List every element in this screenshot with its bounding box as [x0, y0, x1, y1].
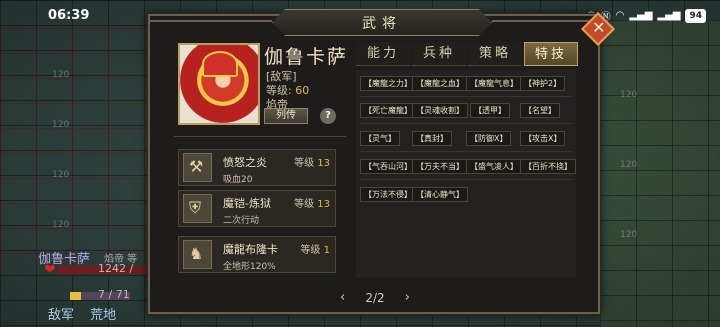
skill-chip[interactable]: 【灵魂收割】 [412, 103, 468, 118]
skill-chip[interactable]: 【魔龍气息】 [466, 76, 522, 91]
hero-level-value: 60 [295, 84, 310, 97]
axe-icon: ⚒ [183, 153, 212, 182]
page-navigator: ‹ 2/2 › [340, 290, 410, 305]
hp-text: 1242 / [98, 262, 134, 275]
tile-label: 120 [52, 70, 70, 80]
equipment-armor[interactable]: ⛨ 魔铠-炼狱 等级 13 二次行动 [178, 190, 336, 227]
general-panel: 武将 伽鲁卡萨 [敌军] 等级: 60 焰帝 列传 ? ⚒ 愤怒之炎 等级 13… [148, 9, 600, 314]
battery-indicator: 94 [685, 8, 706, 23]
tile-label: 120 [620, 90, 638, 100]
panel-title: 武将 [272, 9, 492, 36]
skill-chip[interactable]: 【魔龍之力】 [360, 76, 416, 91]
equipment-mount[interactable]: ♞ 魔龍布隆卡 等级 1 全地形120% [178, 236, 336, 273]
equipment-level: 等级 13 [294, 199, 330, 210]
skill-chip[interactable]: 【死亡魔龍】 [360, 103, 416, 118]
equipment-effect: 二次行动 [223, 216, 260, 226]
tile-label: 120 [620, 160, 638, 170]
skill-chip[interactable]: 【百折不挠】 [520, 159, 576, 174]
armor-icon: ⛨ [183, 194, 212, 223]
equipment-effect: 全地形120% [223, 262, 276, 272]
skill-chip[interactable]: 【名望】 [520, 103, 560, 118]
unit-tag-army: 敌军 [48, 308, 75, 323]
skills-list: 【魔龍之力】 【魔龍之血】 【魔龍气息】 【神护2】 【死亡魔龍】 【灵魂收割】… [356, 70, 576, 278]
wifi-icon: ◠ [615, 10, 625, 21]
hero-name: 伽鲁卡萨 [264, 46, 349, 68]
equipment-name: 愤怒之炎 [223, 156, 267, 169]
equipment-name: 魔铠-炼狱 [223, 197, 271, 210]
skill-chip[interactable]: 【魔龍之血】 [412, 76, 468, 91]
close-icon: ✕ [592, 18, 606, 38]
tab-special-skills[interactable]: 特技 [524, 42, 578, 66]
skill-chip[interactable]: 【攻击X】 [520, 131, 566, 146]
tab-troop-type[interactable]: 兵种 [412, 42, 466, 66]
skill-chip[interactable]: 【透甲】 [470, 103, 510, 118]
equipment-level: 等级 13 [294, 158, 330, 169]
biography-button[interactable]: 列传 [264, 108, 308, 124]
heart-icon: ❤ [44, 262, 56, 278]
tab-strategy[interactable]: 策略 [468, 42, 522, 66]
tab-ability[interactable]: 能力 [356, 42, 410, 66]
equipment-level: 等级 1 [300, 245, 330, 256]
signal-icon: ▂▄▆ [629, 10, 653, 21]
skill-chip[interactable]: 【神护2】 [520, 76, 566, 91]
skill-chip[interactable]: 【真封】 [412, 131, 452, 146]
info-tabs: 能力 兵种 策略 特技 [356, 42, 578, 66]
status-time: 06:39 [48, 8, 90, 23]
skill-chip[interactable]: 【防御X】 [466, 131, 512, 146]
next-page-icon[interactable]: › [405, 290, 410, 305]
skill-chip[interactable]: 【清心静气】 [412, 187, 468, 202]
equipment-effect: 吸血20 [223, 175, 253, 185]
skill-chip[interactable]: 【万夫不当】 [412, 159, 468, 174]
hero-portrait [178, 43, 260, 125]
equipment-weapon[interactable]: ⚒ 愤怒之炎 等级 13 吸血20 [178, 149, 336, 186]
help-button[interactable]: ? [320, 108, 336, 124]
tile-label: 120 [52, 220, 70, 230]
skill-chip[interactable]: 【气吞山河】 [360, 159, 416, 174]
unit-tag-terrain: 荒地 [90, 308, 117, 323]
prev-page-icon[interactable]: ‹ [340, 290, 345, 305]
tile-label: 120 [52, 120, 70, 130]
skill-chip[interactable]: 【万法不侵】 [360, 187, 416, 202]
tile-label: 120 [620, 230, 638, 240]
equipment-name: 魔龍布隆卡 [223, 243, 278, 256]
skill-chip[interactable]: 【灵气】 [360, 131, 400, 146]
signal-icon-2: ▂▄▆ [657, 10, 681, 21]
mp-text: 7 / 71 [98, 288, 130, 301]
unit-tags: 敌军 荒地 [48, 304, 128, 323]
tile-label: 120 [52, 170, 70, 180]
dragon-mount-icon: ♞ [183, 240, 212, 269]
skill-chip[interactable]: 【盛气凌人】 [466, 159, 522, 174]
page-indicator: 2/2 [365, 290, 385, 305]
